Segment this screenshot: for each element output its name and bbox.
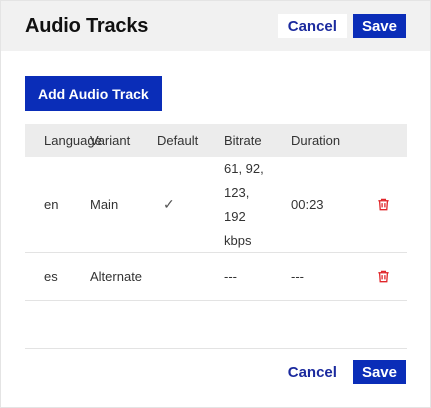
table-header: Language Variant Default Bitrate Duratio… <box>25 124 407 157</box>
table-row: en Main ✓ 61, 92, 123, 192 kbps 00:23 <box>25 157 407 253</box>
header-cancel-button[interactable]: Cancel <box>277 14 347 38</box>
header-actions: Cancel Save <box>277 14 406 38</box>
cell-duration: 00:23 <box>291 197 324 212</box>
cell-bitrate: --- <box>224 269 237 284</box>
trash-icon[interactable] <box>376 269 391 284</box>
header-default: Default <box>157 133 199 148</box>
header-language: Language <box>44 133 102 148</box>
add-audio-track-button[interactable]: Add Audio Track <box>25 76 162 111</box>
footer-divider <box>25 348 407 349</box>
cell-bitrate: 61, 92, 123, 192 kbps <box>224 157 291 253</box>
header-bitrate: Bitrate <box>224 133 262 148</box>
cell-variant: Alternate <box>90 269 143 284</box>
footer-cancel-button[interactable]: Cancel <box>277 360 347 384</box>
bitrate-line: 123, <box>224 184 250 200</box>
audio-tracks-dialog: Audio Tracks Cancel Save Add Audio Track… <box>0 0 431 408</box>
header-variant: Variant <box>90 133 131 148</box>
cell-actions <box>359 197 407 212</box>
cell-duration: --- <box>291 269 304 284</box>
table-row: es Alternate --- --- <box>25 253 407 301</box>
cell-actions <box>359 269 407 284</box>
bitrate-line: 61, 92, <box>224 160 264 176</box>
cell-language: es <box>44 269 58 284</box>
dialog-header: Audio Tracks Cancel Save <box>1 1 430 51</box>
bitrate-line: 192 <box>224 208 246 224</box>
trash-icon[interactable] <box>376 197 391 212</box>
audio-tracks-table: Language Variant Default Bitrate Duratio… <box>25 124 407 301</box>
header-duration: Duration <box>291 133 341 148</box>
check-icon: ✓ <box>163 196 175 212</box>
cell-variant: Main <box>90 197 119 212</box>
cell-default: ✓ <box>157 196 224 213</box>
header-save-button[interactable]: Save <box>352 14 406 38</box>
cell-language: en <box>44 197 59 212</box>
dialog-title: Audio Tracks <box>25 14 149 37</box>
footer-save-button[interactable]: Save <box>352 360 406 384</box>
footer-actions: Cancel Save <box>277 360 406 384</box>
bitrate-line: kbps <box>224 232 252 248</box>
